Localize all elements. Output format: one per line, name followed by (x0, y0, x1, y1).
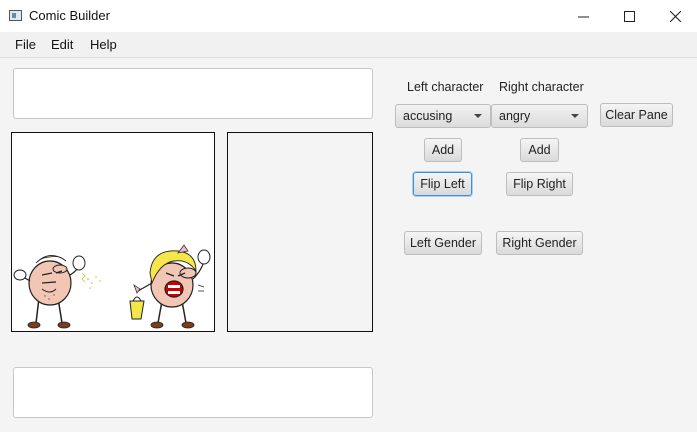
minimize-icon (577, 16, 589, 17)
close-button[interactable] (652, 0, 697, 32)
maximize-icon (623, 10, 635, 22)
add-right-button[interactable]: Add (520, 138, 559, 162)
left-gender-button[interactable]: Left Gender (404, 231, 482, 255)
minimize-button[interactable] (560, 0, 606, 32)
menu-edit[interactable]: Edit (51, 37, 73, 52)
menu-help[interactable]: Help (90, 37, 117, 52)
comic-characters-drawing (13, 244, 211, 329)
left-character-figure (13, 255, 101, 329)
chevron-down-icon (571, 114, 579, 118)
clear-pane-button[interactable]: Clear Pane (600, 103, 673, 127)
bottom-caption-field[interactable] (13, 367, 373, 418)
right-gender-button[interactable]: Right Gender (496, 231, 583, 255)
left-comic-pane[interactable] (11, 132, 215, 332)
menu-file[interactable]: File (15, 37, 36, 52)
window-title: Comic Builder (29, 8, 110, 23)
left-character-value: accusing (403, 109, 453, 123)
right-character-figure (129, 244, 211, 329)
app-icon (9, 10, 22, 21)
right-comic-pane[interactable] (227, 132, 373, 332)
add-left-button[interactable]: Add (424, 138, 462, 162)
right-character-select[interactable]: angry (491, 104, 588, 128)
flip-left-button[interactable]: Flip Left (413, 172, 472, 196)
close-icon (669, 10, 681, 22)
left-character-select[interactable]: accusing (395, 104, 491, 128)
right-character-label: Right character (499, 80, 584, 94)
top-caption-field[interactable] (13, 68, 373, 119)
left-character-label: Left character (407, 80, 484, 94)
chevron-down-icon (474, 114, 482, 118)
right-character-value: angry (499, 109, 531, 123)
flip-right-button[interactable]: Flip Right (506, 172, 573, 196)
maximize-button[interactable] (606, 0, 652, 32)
